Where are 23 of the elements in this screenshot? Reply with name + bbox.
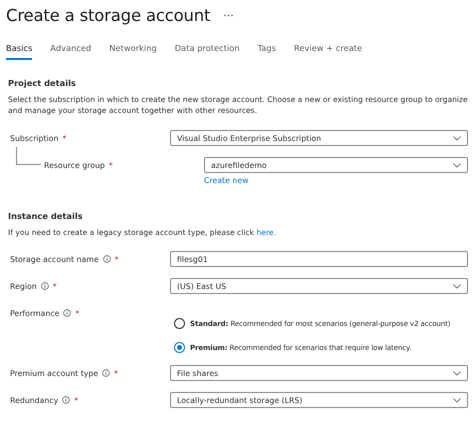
tab[interactable]: Review + create bbox=[294, 42, 362, 60]
info-icon[interactable] bbox=[63, 309, 72, 317]
page-title: Create a storage account bbox=[6, 6, 210, 24]
tab[interactable]: Basics bbox=[6, 42, 32, 60]
tab[interactable]: Networking bbox=[109, 42, 157, 60]
more-options-icon[interactable] bbox=[224, 14, 234, 16]
tree-connector bbox=[16, 147, 41, 165]
tab[interactable]: Advanced bbox=[50, 42, 92, 60]
section-heading: Instance details bbox=[8, 211, 84, 221]
chevron-down-icon bbox=[453, 370, 461, 376]
info-icon[interactable] bbox=[62, 396, 70, 404]
section-heading: Project details bbox=[8, 78, 77, 88]
tab[interactable]: Data protection bbox=[174, 42, 240, 60]
tab[interactable]: Tags bbox=[258, 42, 276, 60]
chevron-down-icon bbox=[453, 136, 461, 140]
info-icon[interactable] bbox=[102, 255, 111, 263]
chevron-down-icon bbox=[453, 162, 461, 168]
chevron-down-icon bbox=[453, 398, 461, 402]
radio-button[interactable] bbox=[174, 342, 185, 352]
info-icon[interactable] bbox=[102, 369, 110, 377]
info-icon[interactable] bbox=[40, 282, 49, 290]
chevron-down-icon bbox=[453, 284, 461, 288]
radio-button[interactable] bbox=[174, 318, 185, 328]
